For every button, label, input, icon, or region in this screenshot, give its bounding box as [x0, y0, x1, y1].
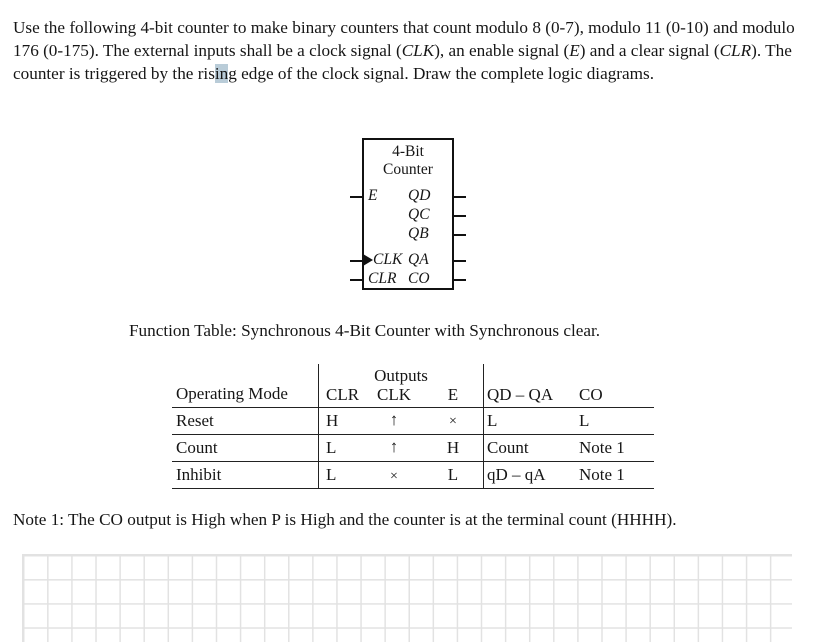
- table-cell-e: H: [446, 438, 460, 457]
- table-cell-clr: H: [326, 411, 339, 430]
- table-cell-clk: ↑: [389, 437, 399, 456]
- table-header-rule: [172, 407, 654, 408]
- statement-segment: ) and a clear signal (: [579, 41, 720, 61]
- table-cell-qd-qa: Count: [487, 438, 529, 457]
- table-cell-qd-qa: L: [487, 411, 498, 430]
- pin-label-qa: QA: [408, 251, 429, 268]
- table-row-rule-1: [172, 434, 654, 435]
- table-cell-e: ×: [449, 414, 457, 429]
- pin-stub-qa: [453, 260, 466, 262]
- table-vertical-rule-2: [483, 364, 484, 488]
- pin-stub-clr: [350, 279, 363, 281]
- text-selection-highlight[interactable]: in: [214, 64, 229, 84]
- table-header-operating-mode: Operating Mode: [176, 384, 288, 403]
- table-row: Count: [176, 438, 218, 457]
- counter-block-title-line2: Counter: [383, 160, 433, 178]
- table-cell-co: Note 1: [579, 465, 625, 484]
- table-cell-qd-qa: qD – qA: [487, 465, 546, 484]
- statement-segment: g edge of the clock signal. Draw the com…: [228, 64, 655, 84]
- pin-label-qc: QC: [408, 206, 430, 223]
- table-vertical-rule-1: [318, 364, 319, 488]
- function-table: Outputs Operating Mode CLR CLK E QD – QA…: [172, 364, 654, 489]
- pin-label-co: CO: [408, 270, 430, 287]
- counter-block-diagram: 4-Bit Counter E CLK CLR QD QC QB QA CO: [340, 132, 480, 297]
- table-header-co: CO: [579, 385, 603, 404]
- statement-term-clr: CLR: [719, 41, 752, 61]
- table-group-header-outputs: Outputs: [374, 366, 428, 385]
- problem-statement: Use the following 4-bit counter to make …: [13, 16, 803, 86]
- pin-stub-qc: [453, 215, 466, 217]
- table-cell-clr: L: [326, 438, 337, 457]
- table-cell-co: Note 1: [579, 438, 625, 457]
- table-header-clr: CLR: [326, 385, 360, 404]
- pin-label-qd: QD: [408, 187, 431, 204]
- pin-stub-qd: [453, 196, 466, 198]
- table-header-e: E: [447, 385, 459, 404]
- statement-term-clk: CLK: [401, 41, 435, 61]
- pin-stub-e: [350, 196, 363, 198]
- table-row-rule-2: [172, 461, 654, 462]
- pin-label-e: E: [368, 187, 378, 204]
- table-cell-e: L: [447, 465, 459, 484]
- answer-grid-area[interactable]: [22, 554, 792, 642]
- table-cell-co: L: [579, 411, 590, 430]
- pin-label-clr: CLR: [368, 270, 397, 287]
- pin-label-clk: CLK: [373, 251, 403, 268]
- note-1-text: Note 1: The CO output is High when P is …: [13, 510, 677, 529]
- table-cell-clr: L: [326, 465, 337, 484]
- counter-block-title-line1: 4-Bit: [392, 143, 424, 160]
- clock-edge-triangle-icon: [363, 253, 373, 266]
- pin-stub-qb: [453, 234, 466, 236]
- table-header-qd-qa: QD – QA: [487, 385, 554, 404]
- table-header-clk: CLK: [377, 385, 411, 404]
- statement-segment: ), an enable signal (: [434, 41, 570, 61]
- table-row: Inhibit: [176, 465, 222, 484]
- pin-stub-clk: [350, 260, 363, 262]
- table-cell-clk: ↑: [389, 410, 399, 429]
- table-bottom-rule: [172, 488, 654, 489]
- statement-term-e: E: [569, 41, 580, 61]
- pin-label-qb: QB: [408, 225, 429, 242]
- table-row: Reset: [176, 411, 214, 430]
- table-cell-clk: ×: [390, 469, 398, 484]
- function-table-caption: Function Table: Synchronous 4-Bit Counte…: [129, 321, 601, 340]
- pin-stub-co: [453, 279, 466, 281]
